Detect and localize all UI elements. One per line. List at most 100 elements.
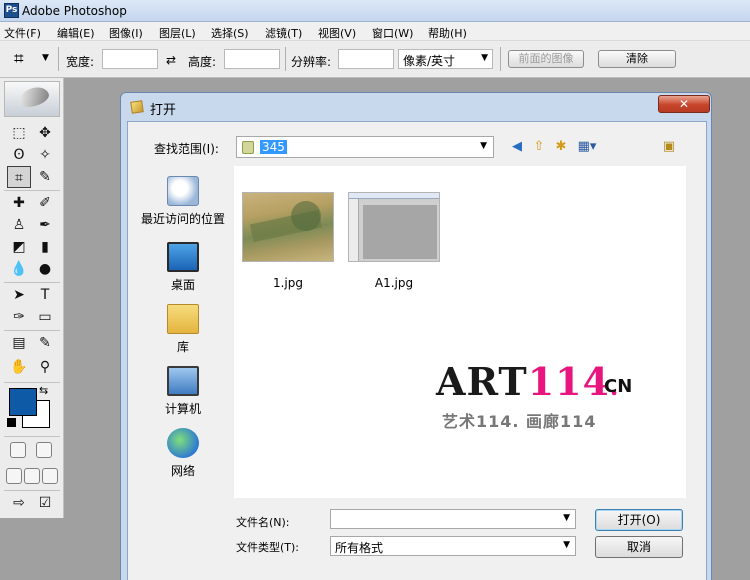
menu-image[interactable]: 图像(I) — [109, 25, 143, 41]
toolbox-divider — [4, 382, 60, 383]
look-in-label: 查找范围(I): — [154, 142, 219, 156]
lasso-tool-icon[interactable]: ʘ — [7, 144, 31, 166]
menu-file[interactable]: 文件(F) — [4, 25, 41, 41]
place-libraries[interactable]: 库 — [138, 304, 228, 355]
checkbox-icon[interactable]: ☑ — [33, 492, 57, 514]
file-name: 1.jpg — [272, 276, 304, 290]
menu-view[interactable]: 视图(V) — [318, 25, 356, 41]
place-libraries-label: 库 — [176, 340, 189, 354]
filetype-value: 所有格式 — [335, 541, 384, 555]
magic-wand-tool-icon[interactable]: ✧ — [33, 144, 57, 166]
filetype-label: 文件类型(T): — [236, 541, 300, 554]
place-network-label: 网络 — [170, 464, 195, 478]
menu-help[interactable]: 帮助(H) — [428, 25, 467, 41]
screen-mode-full-icon[interactable] — [42, 468, 58, 484]
dialog-close-button[interactable]: ✕ — [658, 95, 710, 113]
eraser-tool-icon[interactable]: ◩ — [7, 236, 31, 258]
place-computer[interactable]: 计算机 — [138, 366, 228, 417]
window-title: Adobe Photoshop — [22, 4, 127, 18]
cancel-button[interactable]: 取消 — [595, 536, 683, 558]
slice-tool-icon[interactable]: ✎ — [33, 166, 57, 188]
type-tool-icon[interactable]: T — [33, 284, 57, 306]
new-folder-icon[interactable]: ✱ — [552, 139, 570, 155]
clone-stamp-tool-icon[interactable]: ♙ — [7, 214, 31, 236]
file-item[interactable]: A1.jpg — [344, 192, 444, 290]
healing-brush-tool-icon[interactable]: ✚ — [7, 192, 31, 214]
dodge-tool-icon[interactable]: ● — [33, 258, 57, 280]
height-label: 高度: — [188, 55, 217, 69]
menu-select[interactable]: 选择(S) — [211, 25, 249, 41]
filetype-select[interactable]: 所有格式 ▼ — [330, 536, 576, 556]
jump-to-imageready-icon[interactable]: ⇨ — [7, 492, 31, 514]
dialog-title: 打开 — [150, 103, 177, 118]
clear-button[interactable]: 清除 — [598, 50, 676, 68]
look-in-combo[interactable]: 345 ▼ — [236, 136, 494, 158]
screen-mode-menubar-icon[interactable] — [24, 468, 40, 484]
foreground-color-swatch[interactable] — [9, 388, 37, 416]
photoshop-app-icon: Ps — [4, 3, 19, 18]
dialog-body: 查找范围(I): 345 ▼ ◀ ⇧ ✱ ▦▾ ▣ 最近访问的位置 桌面 库 计… — [127, 121, 707, 580]
resolution-unit-select[interactable]: 像素/英寸 ▼ — [398, 49, 493, 69]
places-bar: 最近访问的位置 桌面 库 计算机 网络 — [138, 162, 228, 478]
place-recent[interactable]: 最近访问的位置 — [138, 176, 228, 227]
quick-mask-mode-icon[interactable] — [36, 442, 52, 458]
pen-tool-icon[interactable]: ✑ — [7, 306, 31, 328]
watermark-subtitle: 艺术114. 画廊114 — [442, 412, 597, 431]
options-separator — [285, 47, 286, 71]
standard-mode-icon[interactable] — [10, 442, 26, 458]
menu-window[interactable]: 窗口(W) — [372, 25, 413, 41]
default-colors-icon[interactable] — [7, 418, 16, 427]
file-list[interactable]: 1.jpg A1.jpg ART114. CN 艺术114. 画廊114 — [234, 166, 686, 498]
menu-filter[interactable]: 滤镜(T) — [265, 25, 302, 41]
shape-tool-icon[interactable]: ▭ — [33, 306, 57, 328]
file-item[interactable]: 1.jpg — [238, 192, 338, 290]
folder-star-icon[interactable]: ▣ — [660, 139, 678, 155]
photoshop-feather-logo[interactable] — [4, 81, 60, 117]
crop-tool-preset[interactable]: ⌗ ▼ — [14, 49, 49, 69]
filename-label: 文件名(N): — [236, 516, 290, 529]
place-network[interactable]: 网络 — [138, 428, 228, 479]
swap-dimensions-icon[interactable]: ⇄ — [166, 53, 176, 67]
desktop-icon — [167, 242, 199, 272]
blur-tool-icon[interactable]: 💧 — [7, 258, 31, 280]
filename-combo[interactable]: ▼ — [330, 509, 576, 529]
swap-colors-icon[interactable]: ⇆ — [39, 384, 48, 397]
open-folder-icon — [130, 100, 144, 114]
options-bar: ⌗ ▼ 宽度: ⇄ 高度: 分辨率: 像素/英寸 ▼ 前面的图像 清除 — [0, 41, 750, 78]
chevron-down-icon: ▼ — [481, 53, 488, 63]
hand-tool-icon[interactable]: ✋ — [7, 356, 31, 378]
marquee-tool-icon[interactable]: ⬚ — [7, 122, 31, 144]
path-selection-tool-icon[interactable]: ➤ — [7, 284, 31, 306]
height-input[interactable] — [224, 49, 280, 69]
back-icon[interactable]: ◀ — [508, 139, 526, 155]
menu-layer[interactable]: 图层(L) — [159, 25, 196, 41]
move-tool-icon[interactable]: ✥ — [33, 122, 57, 144]
up-folder-icon[interactable]: ⇧ — [530, 139, 548, 155]
brush-tool-icon[interactable]: ✐ — [33, 192, 57, 214]
open-button[interactable]: 打开(O) — [595, 509, 683, 531]
place-computer-label: 计算机 — [164, 402, 201, 416]
history-brush-tool-icon[interactable]: ✒ — [33, 214, 57, 236]
notes-tool-icon[interactable]: ▤ — [7, 332, 31, 354]
thumb-canvas — [363, 205, 437, 259]
resolution-input[interactable] — [338, 49, 394, 69]
place-recent-label: 最近访问的位置 — [140, 212, 225, 226]
width-input[interactable] — [102, 49, 158, 69]
menu-bar: 文件(F) 编辑(E) 图像(I) 图层(L) 选择(S) 滤镜(T) 视图(V… — [0, 22, 750, 41]
file-thumbnail — [242, 192, 334, 262]
menu-edit[interactable]: 编辑(E) — [57, 25, 95, 41]
zoom-tool-icon[interactable]: ⚲ — [33, 356, 57, 378]
file-name: A1.jpg — [374, 276, 414, 290]
chevron-down-icon: ▼ — [563, 513, 570, 523]
place-desktop[interactable]: 桌面 — [138, 242, 228, 293]
crop-tool-icon[interactable]: ⌗ — [7, 166, 31, 188]
front-image-button[interactable]: 前面的图像 — [508, 50, 584, 68]
options-separator — [58, 47, 59, 71]
chevron-down-icon: ▼ — [563, 540, 570, 550]
feather-icon — [16, 83, 52, 111]
gradient-tool-icon[interactable]: ▮ — [33, 236, 57, 258]
view-menu-icon[interactable]: ▦▾ — [574, 139, 600, 155]
screen-mode-standard-icon[interactable] — [6, 468, 22, 484]
eyedropper-tool-icon[interactable]: ✎ — [33, 332, 57, 354]
toolbox-divider — [4, 490, 60, 491]
